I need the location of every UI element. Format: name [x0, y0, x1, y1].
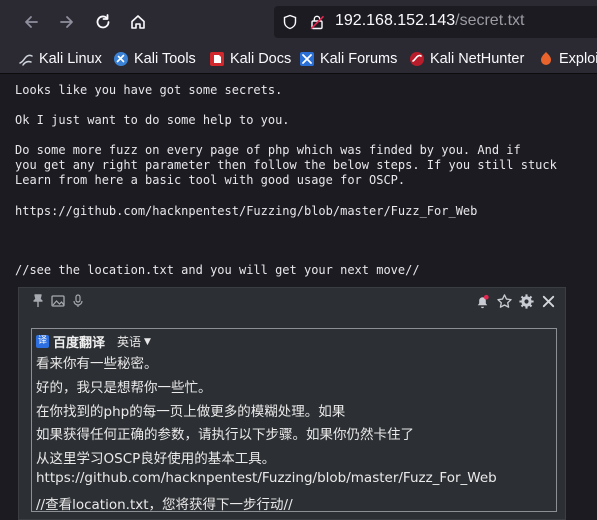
home-icon — [131, 15, 145, 29]
bookmark-kali-docs[interactable]: Kali Docs — [209, 49, 291, 69]
kali-docs-icon — [209, 51, 225, 67]
text-line: Ok I just want to do some help to you. — [15, 113, 290, 127]
translation-header: 译 百度翻译 英语 ▼ — [36, 332, 151, 351]
bookmark-label: Kali Docs — [230, 51, 292, 67]
image-icon[interactable] — [51, 294, 65, 308]
bookmark-label: Kali NetHunter — [430, 51, 525, 67]
text-line: Do some more fuzz on every page of php w… — [15, 143, 521, 157]
bookmark-label: Kali Linux — [39, 51, 102, 67]
home-button[interactable] — [126, 10, 150, 34]
bookmark-label: Exploi — [559, 51, 597, 67]
kali-tools-icon — [113, 51, 129, 67]
insecure-lock-icon[interactable] — [309, 14, 325, 30]
popup-tool-icons — [31, 294, 85, 308]
tracking-shield-icon[interactable] — [282, 14, 298, 30]
bookmark-label: Kali Tools — [134, 51, 196, 67]
text-line: //see the location.txt and you will get … — [15, 263, 420, 277]
bookmark-exploit-db[interactable]: Exploi — [538, 49, 597, 69]
text-line: https://github.com/hacknpentest/Fuzzing/… — [15, 204, 478, 218]
reload-button[interactable] — [91, 10, 115, 34]
text-line: Looks like you have got some secrets. — [15, 83, 283, 97]
kali-forums-icon — [299, 51, 315, 67]
star-icon[interactable] — [495, 292, 513, 310]
popup-action-icons — [473, 292, 557, 310]
bookmark-kali-forums[interactable]: Kali Forums — [299, 49, 397, 69]
url-text[interactable]: 192.168.152.143/secret.txt — [335, 12, 524, 30]
language-select[interactable]: 英语 — [117, 333, 141, 350]
arrow-right-icon — [60, 16, 73, 28]
text-line: you get any right parameter then follow … — [15, 158, 557, 172]
translated-line: //查看location.txt，您将获得下一步行动// — [36, 497, 293, 513]
baidu-translate-logo: 译 — [36, 335, 49, 348]
exploit-db-icon — [538, 51, 554, 67]
kali-nethunter-icon — [409, 51, 425, 67]
translated-line: https://github.com/hacknpentest/Fuzzing/… — [36, 470, 497, 486]
translated-line: 从这里学习OSCP良好使用的基本工具。 — [36, 451, 276, 467]
browser-toolbar: 192.168.152.143/secret.txt — [0, 0, 597, 44]
bookmark-label: Kali Forums — [320, 51, 398, 67]
url-host: 192.168.152.143 — [335, 12, 456, 29]
translated-line: 在你找到的php的每一页上做更多的模糊处理。如果 — [36, 404, 346, 420]
translated-line: 看来你有一些秘密。 — [36, 356, 158, 372]
bookmark-kali-nethunter[interactable]: Kali NetHunter — [409, 49, 524, 69]
translation-result: 译 百度翻译 英语 ▼ 看来你有一些秘密。 好的，我只是想帮你一些忙。 在你找到… — [31, 328, 557, 513]
bookmark-kali-tools[interactable]: Kali Tools — [113, 49, 196, 69]
arrow-left-icon — [25, 16, 38, 28]
close-icon[interactable] — [539, 292, 557, 310]
bookmarks-toolbar: Kali Linux Kali Tools Kali Docs Kali For… — [0, 44, 597, 74]
kali-dragon-icon — [18, 51, 34, 67]
reload-icon — [96, 14, 110, 29]
back-button[interactable] — [19, 10, 43, 34]
translated-line: 如果获得任何正确的参数，请执行以下步骤。如果你仍然卡住了 — [36, 427, 414, 443]
translator-brand: 百度翻译 — [53, 336, 106, 351]
translated-line: 好的，我只是想帮你一些忙。 — [36, 380, 212, 396]
microphone-icon[interactable] — [71, 294, 85, 308]
notification-bell-icon[interactable] — [473, 292, 491, 310]
pin-icon[interactable] — [31, 294, 45, 308]
url-path: /secret.txt — [455, 12, 525, 29]
text-line: Learn from here a basic tool with good u… — [15, 173, 406, 187]
bookmark-kali-linux[interactable]: Kali Linux — [18, 49, 102, 69]
caret-down-icon[interactable]: ▼ — [144, 337, 151, 347]
translate-popup: 译 百度翻译 英语 ▼ 看来你有一些秘密。 好的，我只是想帮你一些忙。 在你找到… — [18, 287, 566, 520]
settings-gear-icon[interactable] — [517, 292, 535, 310]
forward-button[interactable] — [55, 10, 79, 34]
address-bar[interactable]: 192.168.152.143/secret.txt — [274, 6, 597, 38]
